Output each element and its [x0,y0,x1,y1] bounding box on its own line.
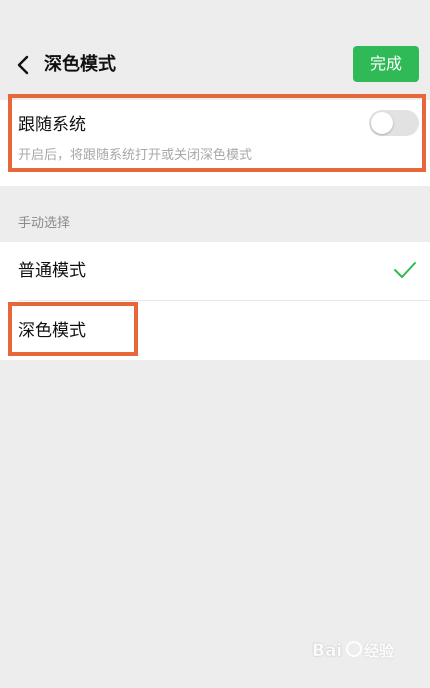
checkmark-icon [394,262,416,278]
divider [18,300,430,301]
manual-section-header: 手动选择 [18,216,71,231]
done-button[interactable]: 完成 [353,46,419,82]
baidu-watermark-logo: Bai 经验 [312,641,395,662]
chevron-left-icon [17,55,29,75]
svg-text:经验: 经验 [364,642,395,660]
back-button[interactable] [12,50,34,80]
toggle-knob [371,112,393,134]
page-title: 深色模式 [44,54,116,75]
mode-option-dark[interactable]: 深色模式 [0,302,430,360]
mode-option-normal[interactable]: 普通模式 [0,242,430,300]
mode-list: 普通模式 深色模式 [0,242,430,360]
svg-text:Bai: Bai [312,641,342,661]
mode-option-label: 普通模式 [18,261,86,281]
mode-option-label: 深色模式 [18,321,86,341]
nav-bar: 深色模式 完成 [0,0,430,100]
follow-system-toggle[interactable] [369,110,419,136]
follow-system-label: 跟随系统 [18,115,86,135]
follow-system-row: 跟随系统 开启后，将跟随系统打开或关闭深色模式 [0,100,430,186]
follow-system-description: 开启后，将跟随系统打开或关闭深色模式 [18,148,253,163]
